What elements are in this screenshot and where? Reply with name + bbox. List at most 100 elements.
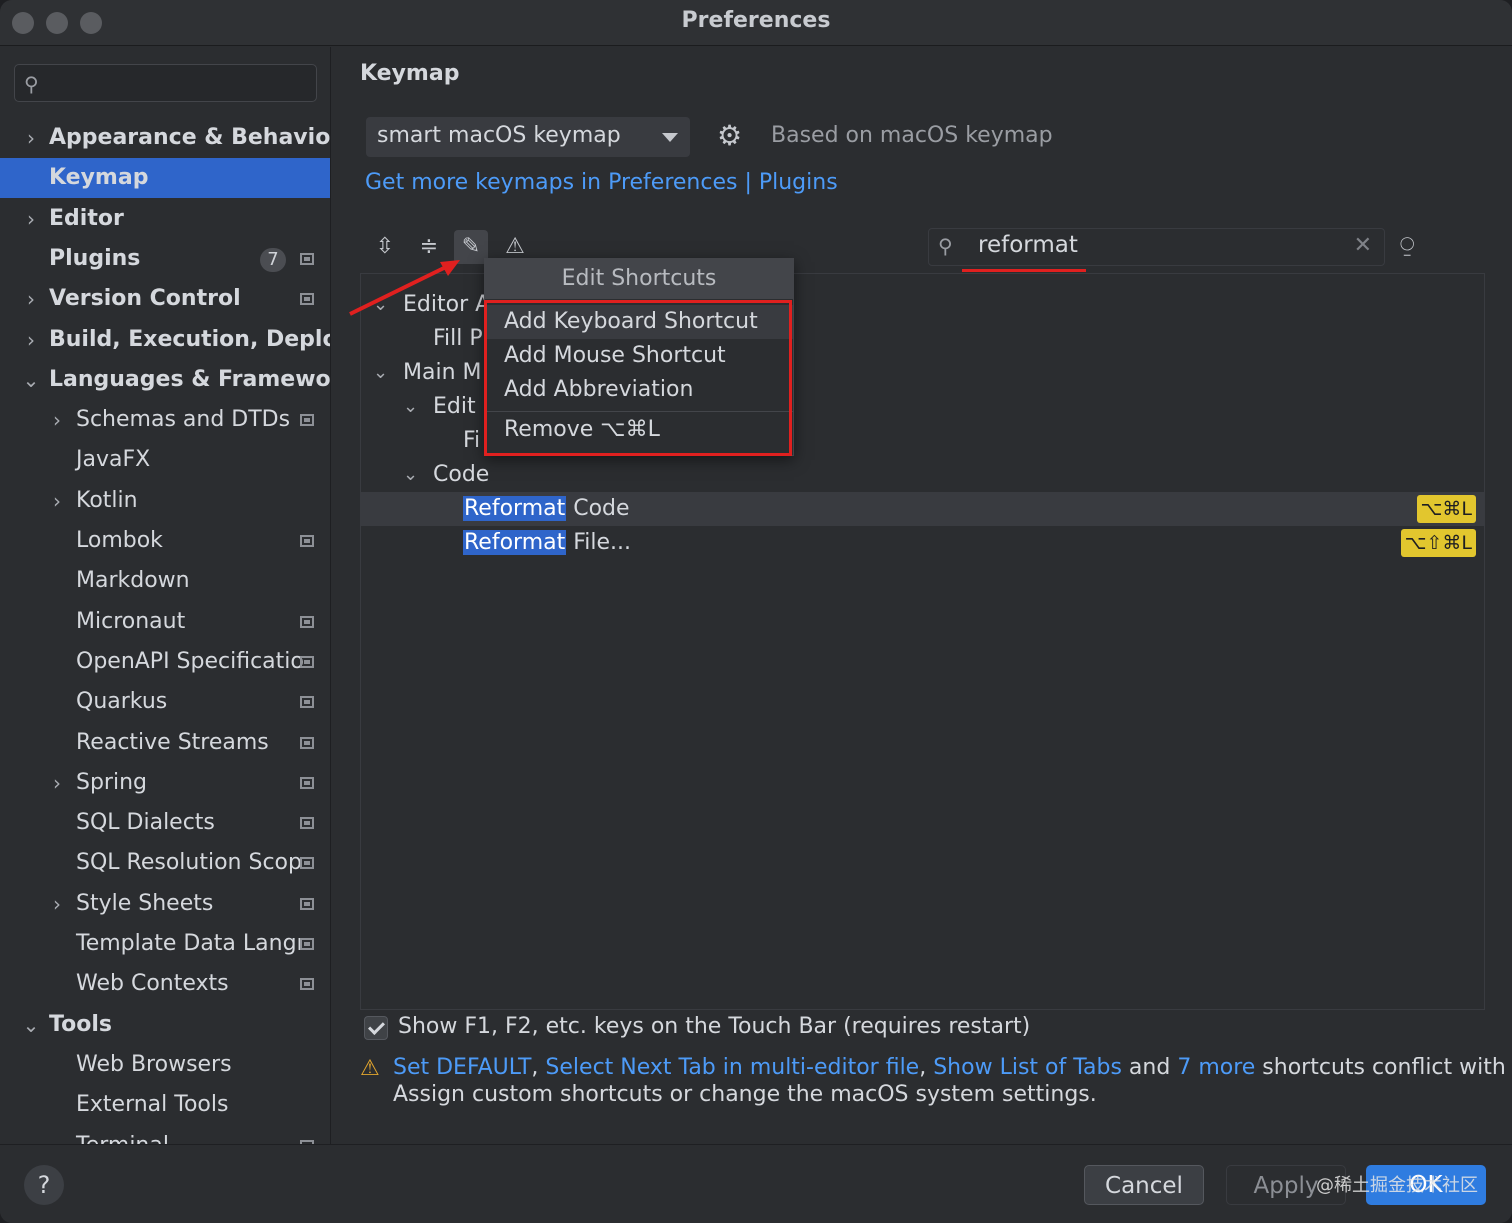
- sidebar-item[interactable]: JavaFX: [0, 440, 330, 480]
- chevron-right-icon[interactable]: ›: [48, 763, 66, 803]
- sidebar-item[interactable]: Web Contexts: [0, 964, 330, 1004]
- sidebar-item-label: Web Browsers: [76, 1051, 232, 1077]
- project-icon: [300, 615, 314, 628]
- sidebar-item-label: Appearance & Behavior: [49, 125, 331, 150]
- sidebar-item-label: Schemas and DTDs: [76, 407, 291, 433]
- search-icon: ⚲: [24, 72, 39, 96]
- action-row-reformat-file[interactable]: Reformat File... ⌥⇧⌘L: [361, 526, 1484, 560]
- sidebar-item[interactable]: SQL Dialects: [0, 803, 330, 843]
- conflict-warning-line2: Assign custom shortcuts or change the ma…: [393, 1082, 1097, 1107]
- project-icon: [300, 252, 314, 265]
- sidebar-item[interactable]: ⌄ Languages & Framewor: [0, 360, 331, 400]
- project-icon: [300, 414, 314, 427]
- tree-row[interactable]: ⌄ Code: [361, 458, 1484, 492]
- chevron-down-icon: ⌄: [403, 464, 419, 485]
- find-by-shortcut-icon[interactable]: ⍜: [1400, 230, 1414, 258]
- sidebar-item-label: Tools: [49, 1011, 112, 1037]
- help-button[interactable]: ?: [24, 1165, 64, 1205]
- chevron-right-icon[interactable]: ›: [22, 279, 40, 319]
- chevron-right-icon[interactable]: ›: [22, 199, 40, 239]
- conjunction: and: [1121, 1055, 1178, 1080]
- project-icon: [300, 736, 314, 749]
- tree-node-label: Fill P: [433, 326, 483, 351]
- tree-node-label: Code: [433, 462, 490, 487]
- sidebar-item-label: Build, Execution, Deploy: [49, 326, 331, 352]
- action-label: Reformat File...: [463, 526, 631, 560]
- sidebar-item-label: Keymap: [49, 165, 149, 191]
- chevron-down-icon: ⌄: [403, 396, 419, 417]
- sidebar-item[interactable]: › Editor: [0, 199, 330, 239]
- sidebar-item[interactable]: Micronaut: [0, 602, 330, 642]
- cancel-button[interactable]: Cancel: [1084, 1165, 1204, 1205]
- project-icon: [300, 897, 314, 910]
- based-on-label: Based on macOS keymap: [771, 123, 1053, 148]
- search-icon: ⚲: [938, 234, 953, 258]
- project-icon: [300, 655, 314, 668]
- sidebar-item[interactable]: SQL Resolution Scop: [0, 843, 330, 883]
- get-more-keymaps-link[interactable]: Get more keymaps in Preferences | Plugin…: [365, 170, 838, 195]
- sidebar-item-label: Quarkus: [76, 689, 168, 715]
- action-row-reformat-code[interactable]: Reformat Code ⌥⌘L: [361, 492, 1484, 526]
- keymap-search-value: reformat: [978, 232, 1078, 258]
- sidebar-item-label: Micronaut: [76, 608, 186, 634]
- shortcut-badge: ⌥⇧⌘L: [1400, 529, 1476, 557]
- keymap-panel: Keymap smart macOS keymap ⚙ Based on mac…: [332, 47, 1512, 1144]
- clear-search-icon[interactable]: ✕: [1354, 233, 1372, 258]
- sidebar-item[interactable]: › Style Sheets: [0, 884, 330, 924]
- sidebar-item[interactable]: Plugins 7: [0, 239, 330, 279]
- sidebar-item[interactable]: External Tools: [0, 1085, 330, 1125]
- keymap-search-input[interactable]: ⚲ reformat ✕: [928, 228, 1385, 272]
- sidebar-item[interactable]: Terminal: [0, 1126, 330, 1144]
- sidebar-item-label: Style Sheets: [76, 890, 214, 916]
- sidebar-item[interactable]: › Version Control: [0, 279, 330, 319]
- sidebar-item[interactable]: › Build, Execution, Deploy: [0, 320, 331, 360]
- sidebar-item[interactable]: Quarkus: [0, 682, 330, 722]
- sidebar-item[interactable]: Markdown: [0, 561, 330, 601]
- chevron-down-icon[interactable]: ⌄: [22, 360, 40, 400]
- sidebar-item[interactable]: Lombok: [0, 521, 330, 561]
- action-label: Reformat Code: [463, 492, 630, 526]
- touchbar-checkbox[interactable]: [364, 1016, 388, 1040]
- sidebar-item-label: Lombok: [76, 528, 163, 553]
- tree-node-label: Fi: [463, 428, 481, 453]
- warning-tail: shortcuts conflict with: [1255, 1055, 1506, 1080]
- conflict-link-more[interactable]: 7 more: [1177, 1055, 1255, 1080]
- sidebar-item-label: Web Contexts: [76, 971, 229, 997]
- conflict-link-show-list-of-tabs[interactable]: Show List of Tabs: [933, 1055, 1122, 1080]
- keymap-select[interactable]: smart macOS keymap: [366, 117, 690, 157]
- gear-icon[interactable]: ⚙: [717, 119, 742, 152]
- chevron-right-icon[interactable]: ›: [48, 481, 66, 521]
- chevron-down-icon: ⌄: [373, 362, 389, 383]
- annotation-highlight-box: [484, 300, 792, 456]
- sidebar-item-label: Reactive Streams: [76, 729, 269, 755]
- conflict-link-select-next-tab[interactable]: Select Next Tab in multi-editor file: [545, 1055, 919, 1080]
- preferences-window: Preferences ⚲ › Appearance & Behavior Keym…: [0, 0, 1512, 1223]
- annotation-arrow: [349, 260, 460, 316]
- sidebar-item[interactable]: › Appearance & Behavior: [0, 118, 331, 158]
- sidebar-item[interactable]: Web Browsers: [0, 1045, 330, 1085]
- sidebar-item-label: Spring: [76, 769, 147, 795]
- watermark: @稀土掘金技术社区: [1316, 1175, 1478, 1196]
- sidebar-search-input[interactable]: ⚲: [14, 64, 317, 102]
- sidebar-item[interactable]: Template Data Langı: [0, 924, 330, 964]
- sidebar-item[interactable]: › Spring: [0, 763, 330, 803]
- project-icon: [300, 696, 314, 709]
- conflict-warning: Set DEFAULT, Select Next Tab in multi-ed…: [393, 1055, 1506, 1080]
- sidebar-item[interactable]: Reactive Streams: [0, 723, 330, 763]
- sidebar-item[interactable]: OpenAPI Specificatio: [0, 642, 330, 682]
- shortcut-badge: ⌥⌘L: [1416, 495, 1476, 523]
- sidebar-item[interactable]: › Schemas and DTDs: [0, 400, 330, 440]
- chevron-right-icon[interactable]: ›: [48, 400, 66, 440]
- conflict-link-set-default[interactable]: Set DEFAULT: [393, 1055, 531, 1080]
- chevron-right-icon[interactable]: ›: [22, 118, 40, 158]
- sidebar-item[interactable]: › Kotlin: [0, 481, 330, 521]
- project-icon: [300, 857, 314, 870]
- chevron-down-icon[interactable]: ⌄: [22, 1005, 40, 1045]
- sidebar-item-label: Languages & Framewor: [49, 366, 331, 392]
- sidebar-item[interactable]: ⌄ Tools: [0, 1005, 330, 1045]
- sidebar-item-label: SQL Dialects: [76, 810, 215, 836]
- chevron-right-icon[interactable]: ›: [22, 320, 40, 360]
- sidebar-item[interactable]: Keymap: [0, 158, 330, 199]
- project-icon: [300, 293, 314, 306]
- chevron-right-icon[interactable]: ›: [48, 884, 66, 924]
